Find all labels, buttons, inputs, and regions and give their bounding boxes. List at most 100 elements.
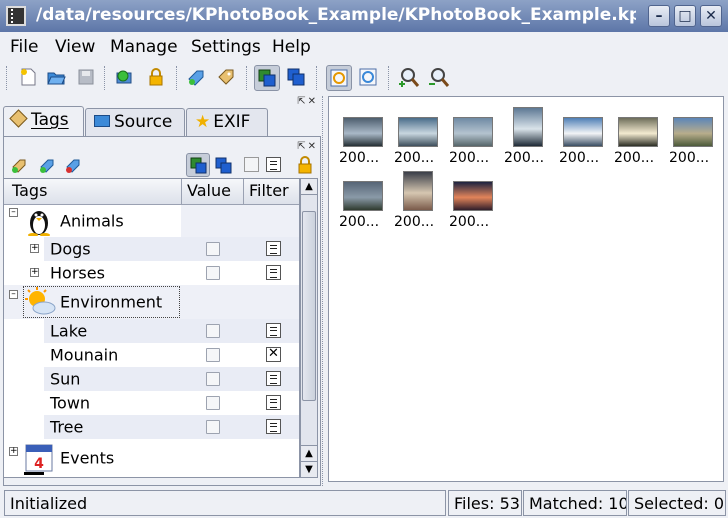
or-filter-icon[interactable] — [214, 156, 234, 176]
open-folder-icon[interactable] — [44, 65, 70, 91]
toolbar-handle[interactable] — [6, 66, 8, 90]
tag-label: Animals — [60, 211, 124, 231]
tree-row-animals[interactable]: – Animals — [4, 205, 299, 237]
maximize-button[interactable]: □ — [674, 5, 696, 27]
inner-dock-controls[interactable]: ⇱✕ — [297, 141, 318, 152]
autorefresh-icon[interactable] — [326, 65, 352, 91]
photo-caption: 200... — [504, 150, 545, 166]
panel-splitter[interactable] — [322, 96, 327, 486]
value-checkbox[interactable] — [206, 372, 220, 386]
toolbar-separator — [246, 66, 248, 90]
and-filter-icon[interactable] — [186, 153, 210, 177]
filter-toggle[interactable] — [266, 265, 281, 280]
filter-toggle-excluded[interactable]: ✕ — [266, 347, 281, 362]
dock-float-close-controls[interactable]: ⇱✕ — [297, 96, 318, 107]
expand-expander[interactable]: + — [9, 447, 18, 456]
close-button[interactable]: ✕ — [700, 5, 722, 27]
value-checkbox[interactable] — [206, 266, 220, 280]
tag-label: Horses — [50, 263, 105, 283]
collapse-expander[interactable]: – — [9, 290, 18, 299]
photo-thumbnail-image — [343, 117, 383, 147]
photo-caption: 200... — [394, 150, 435, 166]
photo-thumbnail-image — [398, 117, 438, 147]
filter-toggle[interactable] — [266, 323, 281, 338]
tree-row-tree[interactable]: Tree — [4, 415, 299, 439]
zoom-in-icon[interactable] — [396, 65, 422, 91]
and-filter-icon[interactable] — [254, 65, 280, 91]
tree-row-lake[interactable]: Lake — [4, 319, 299, 343]
photo-caption: 200... — [559, 150, 600, 166]
filter-toggle[interactable] — [266, 371, 281, 386]
toolbar-separator — [316, 66, 318, 90]
value-checkbox[interactable] — [206, 242, 220, 256]
main-toolbar — [0, 60, 728, 96]
edit-tag-icon[interactable] — [10, 156, 28, 174]
edit-tag-icon[interactable] — [184, 65, 210, 91]
expand-expander[interactable]: + — [30, 244, 39, 253]
expand-expander[interactable]: + — [30, 268, 39, 277]
add-source-icon[interactable] — [112, 65, 138, 91]
toolbar-separator — [176, 66, 178, 90]
photo-thumbnail-image — [453, 181, 493, 211]
app-icon[interactable] — [6, 6, 26, 26]
scroll-down-button[interactable]: ▲ — [301, 445, 317, 461]
tree-row-town[interactable]: Town — [4, 391, 299, 415]
remove-tag-icon[interactable] — [64, 156, 82, 174]
zoom-out-icon[interactable] — [426, 65, 452, 91]
filter-toggle[interactable] — [266, 419, 281, 434]
tag-icon[interactable] — [214, 65, 240, 91]
value-checkbox[interactable] — [206, 324, 220, 338]
collapse-expander[interactable]: – — [9, 208, 18, 217]
minimize-button[interactable]: – — [648, 5, 670, 27]
add-tag-icon[interactable] — [38, 156, 56, 174]
reset-filter-icon[interactable] — [266, 157, 281, 172]
tree-row-events[interactable]: + 4 Events — [4, 439, 299, 477]
tree-row-horses[interactable]: + Horses — [4, 261, 299, 285]
value-checkbox[interactable] — [206, 396, 220, 410]
filter-toggle[interactable] — [266, 241, 281, 256]
tree-row-environment[interactable]: – Environment — [4, 285, 299, 319]
value-checkbox[interactable] — [206, 348, 220, 362]
menu-manage[interactable]: Manage — [110, 37, 178, 57]
save-icon[interactable] — [74, 65, 100, 91]
photo-caption: 200... — [394, 214, 435, 230]
photo-thumbnail-image — [618, 117, 658, 147]
tag-tree-toolbar — [6, 153, 316, 177]
column-header-value[interactable]: Value — [187, 181, 231, 200]
scroll-down-button[interactable]: ▼ — [301, 461, 317, 477]
photo-thumbnail-image — [403, 171, 433, 211]
value-checkbox[interactable] — [206, 420, 220, 434]
lock-icon[interactable] — [144, 65, 170, 91]
scroll-thumb[interactable] — [302, 211, 316, 401]
tag-label: Environment — [60, 292, 163, 312]
tag-label: Tree — [50, 417, 84, 437]
column-header-filter[interactable]: Filter — [249, 181, 289, 200]
status-matched: Matched: 10 — [523, 490, 627, 516]
tag-tree-scrollbar[interactable]: ▲ ▲ ▼ — [300, 178, 318, 478]
menu-file[interactable]: File — [10, 37, 38, 57]
tab-source[interactable]: Source — [85, 108, 185, 136]
tag-label: Sun — [50, 369, 81, 389]
new-file-icon[interactable] — [16, 65, 42, 91]
tag-tree[interactable]: Tags Value Filter – Animals + Dogs + Hor… — [3, 178, 300, 478]
tree-row-sun[interactable]: Sun — [4, 367, 299, 391]
refresh-icon[interactable] — [356, 65, 382, 91]
scroll-up-button[interactable]: ▲ — [301, 179, 317, 195]
tree-row-dogs[interactable]: + Dogs — [4, 237, 299, 261]
deselect-filter-icon[interactable] — [244, 157, 259, 172]
or-filter-icon[interactable] — [284, 65, 310, 91]
tag-label: Town — [50, 393, 91, 413]
filter-toggle[interactable] — [266, 395, 281, 410]
lock-icon[interactable] — [296, 155, 314, 175]
tab-tags[interactable]: Tags — [3, 106, 84, 137]
column-header-tags[interactable]: Tags — [12, 181, 47, 200]
menu-help[interactable]: Help — [272, 37, 311, 57]
photo-caption: 200... — [339, 214, 380, 230]
tab-exif[interactable]: ★ EXIF — [186, 108, 268, 136]
photo-thumbnail-image — [453, 117, 493, 147]
menu-settings[interactable]: Settings — [191, 37, 261, 57]
thumbnail-view[interactable]: 200... 200... 200... 200... 200... 200... 200.… — [328, 96, 724, 482]
tree-row-mounain[interactable]: Mounain ✕ — [4, 343, 299, 367]
window-title: /data/resources/KPhotoBook_Example/KPhot… — [36, 5, 636, 25]
menu-view[interactable]: View — [55, 37, 95, 57]
